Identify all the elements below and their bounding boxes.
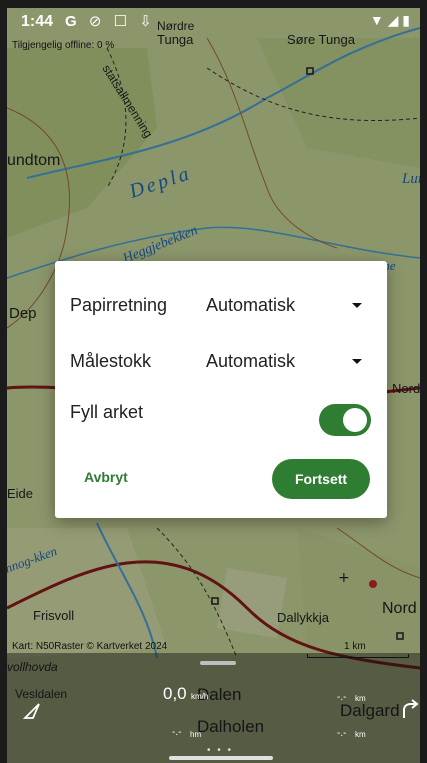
distance-unit-2: km [355, 730, 366, 739]
paper-orientation-label: Papirretning [70, 295, 168, 315]
status-bar: 1:44 G ⊘ ☐ ⇩ ▼ ◢ ▮ [7, 8, 420, 35]
download-icon: ⇩ [139, 13, 156, 30]
compass-icon[interactable] [21, 700, 43, 722]
offline-status: Tilgjengelig offline: 0 % [12, 40, 115, 51]
fill-sheet-label: Fyll arket [70, 402, 144, 422]
toggle-knob [343, 408, 367, 432]
distance-value-2: -.- [337, 728, 347, 739]
status-right: ▼ ◢ ▮ [370, 12, 410, 29]
elevation-value: -.- [172, 727, 182, 738]
status-time: 1:44 [21, 13, 54, 30]
print-dialog: Papirretning Automatisk Målestokk Automa… [55, 261, 387, 518]
continue-button[interactable]: Fortsett [272, 459, 370, 499]
screen-icon: ☐ [113, 13, 132, 30]
wifi-icon: ▼ [369, 12, 384, 28]
page-indicator: • • • [207, 745, 234, 756]
do-not-disturb-icon: ⊘ [88, 13, 106, 30]
scale-select-label: Målestokk [70, 351, 152, 371]
status-icons: G ⊘ ☐ ⇩ [65, 12, 156, 30]
elevation-unit: hm [190, 730, 202, 739]
scale-select[interactable]: Automatisk [206, 351, 295, 372]
scale-label: 1 km [344, 641, 366, 652]
signal-icon: ◢ [387, 12, 399, 28]
panel-drag-handle[interactable] [200, 661, 236, 665]
direction-arrow-icon[interactable] [399, 698, 420, 720]
speed-value: 0,0 [163, 684, 187, 703]
distance-unit-1: km [355, 694, 366, 703]
chevron-down-icon[interactable] [352, 303, 362, 308]
distance-value-1: -.- [337, 692, 347, 703]
cancel-button[interactable]: Avbryt [84, 469, 128, 485]
fill-sheet-toggle[interactable] [319, 404, 371, 436]
google-icon: G [65, 13, 81, 30]
navigation-bar-handle[interactable] [169, 756, 273, 760]
speed-unit: km/h [191, 692, 209, 701]
app-frame: Nørdre Tunga Søre Tunga statsallmenning … [7, 8, 420, 763]
chevron-down-icon[interactable] [352, 359, 362, 364]
paper-orientation-select[interactable]: Automatisk [206, 295, 295, 316]
battery-icon: ▮ [402, 12, 410, 28]
map-credit: Kart: N50Raster © Kartverket 2024 [12, 641, 168, 652]
